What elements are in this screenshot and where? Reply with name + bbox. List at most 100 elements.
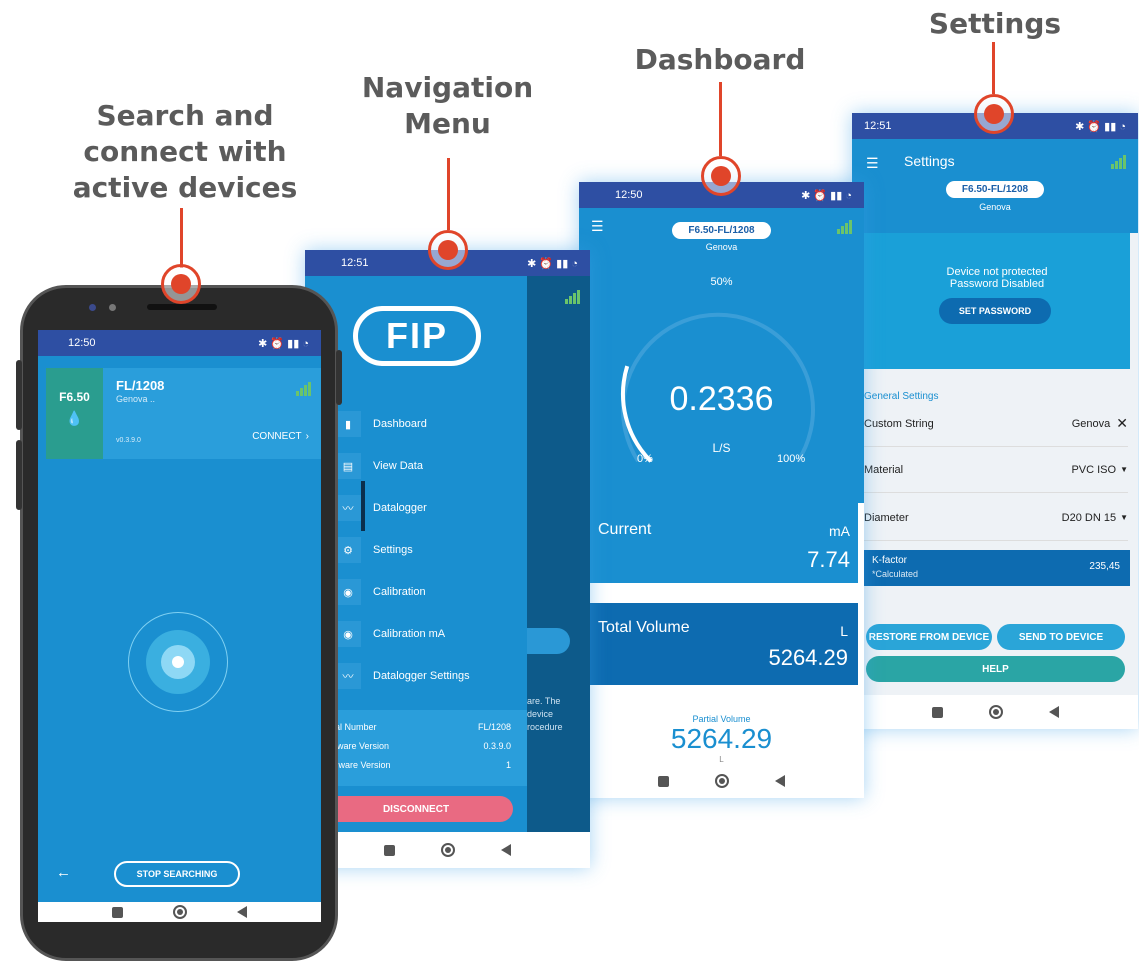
bg-text-1: are. The — [527, 696, 561, 706]
row-value: PVC ISO — [1071, 463, 1117, 476]
partial-unit: L — [719, 755, 724, 764]
pointer-dot-dashboard — [701, 156, 741, 196]
caption-dashboard: Dashboard — [634, 43, 806, 76]
gauge-min-label: 0% — [637, 453, 653, 465]
dropdown-icon[interactable]: ▼ — [1120, 465, 1128, 474]
device-card[interactable]: F6.50 💧 FL/1208 Genova .. v0.3.9.0 CONNE… — [46, 368, 321, 459]
kfactor-sub: *Calculated — [872, 569, 919, 579]
clear-icon[interactable]: ✕ — [1116, 415, 1128, 432]
current-unit: mA — [829, 523, 850, 539]
set-password-button[interactable]: SET PASSWORD — [939, 298, 1051, 324]
camera-dot — [89, 304, 96, 311]
device-location: Genova — [979, 202, 1011, 212]
water-drop-icon: 💧 — [65, 410, 84, 426]
gauge-unit: L/S — [712, 441, 731, 455]
row-value: D20 DN 15 — [1061, 511, 1117, 524]
menu-item-label: Settings — [373, 544, 413, 556]
status-time: 12:51 — [341, 257, 369, 269]
row-material[interactable]: Material PVC ISO ▼ — [864, 447, 1128, 493]
stop-searching-button[interactable]: STOP SEARCHING — [114, 861, 240, 887]
bg-text-2: device — [527, 709, 554, 719]
back-icon[interactable] — [1048, 706, 1059, 718]
device-location: Genova .. — [116, 394, 156, 404]
info-value: FL/1208 — [477, 722, 511, 732]
total-value: 5264.29 — [768, 645, 848, 670]
pointer-line-menu — [447, 158, 450, 230]
back-icon[interactable] — [237, 906, 247, 918]
menu-screen: 12:51 ✱ ⏰ ▮▮ ◔ are. The device rocedure F… — [305, 250, 590, 868]
dashboard-screen: 12:50 ✱ ⏰ ▮▮ ◔ ☰ F6.50-FL/1208 Genova 50%… — [579, 182, 864, 798]
row-value: Genova — [1071, 417, 1111, 430]
kfactor-value: 235,45 — [1089, 561, 1120, 572]
back-icon[interactable] — [501, 844, 511, 856]
protect-line1: Device not protected — [946, 266, 1048, 278]
help-button[interactable]: HELP — [866, 656, 1125, 682]
signal-icon — [1111, 155, 1126, 174]
menu-item-datalogger[interactable]: 〰 Datalogger — [335, 495, 427, 521]
recent-apps-icon[interactable] — [658, 775, 669, 787]
restore-button[interactable]: RESTORE FROM DEVICE — [866, 624, 992, 650]
side-button-3 — [336, 350, 342, 405]
menu-item-calibration[interactable]: ◉ Calibration — [335, 579, 426, 605]
device-model: F6.50 — [59, 390, 90, 404]
back-arrow-icon[interactable]: ← — [56, 864, 71, 881]
recent-apps-icon[interactable] — [384, 844, 395, 856]
status-icons: ✱ ⏰ ▮▮ ◔ — [1075, 120, 1126, 133]
send-button[interactable]: SEND TO DEVICE — [997, 624, 1125, 650]
status-time: 12:51 — [864, 120, 892, 132]
fip-logo: FIP — [353, 306, 481, 366]
gauge-max-label: 100% — [777, 453, 806, 465]
home-icon[interactable] — [441, 843, 455, 857]
nav-bar — [38, 902, 321, 922]
hamburger-icon[interactable]: ☰ — [866, 155, 879, 172]
menu-item-view-data[interactable]: ▤ View Data — [335, 453, 423, 479]
row-custom-string[interactable]: Custom String Genova ✕ — [864, 401, 1128, 447]
device-location: Genova — [705, 242, 738, 252]
status-icons: ✱ ⏰ ▮▮ ◔ — [258, 337, 309, 350]
menu-item-datalogger-settings[interactable]: 〰 Datalogger Settings — [335, 663, 470, 689]
row-diameter[interactable]: Diameter D20 DN 15 ▼ — [864, 495, 1128, 541]
settings-screen: 12:51 ✱ ⏰ ▮▮ ◔ ☰ Settings F6.50-FL/1208 G… — [852, 113, 1138, 729]
pointer-line-dashboard — [719, 82, 722, 156]
dropdown-icon[interactable]: ▼ — [1120, 513, 1128, 522]
disconnect-button[interactable]: DISCONNECT — [319, 796, 513, 822]
gear-icon: ⚙ — [335, 537, 361, 563]
logo-text: FIP — [385, 315, 448, 356]
row-label: Custom String — [864, 417, 934, 430]
menu-item-label: Dashboard — [373, 418, 427, 430]
device-info-panel: Serial Number FL/1208 Firmware Version 0… — [305, 710, 527, 786]
menu-item-settings[interactable]: ⚙ Settings — [335, 537, 413, 563]
bg-text-3: rocedure — [527, 722, 563, 732]
pointer-dot-settings — [974, 94, 1014, 134]
menu-item-calibration-ma[interactable]: ◉ Calibration mA — [335, 621, 445, 647]
caption-menu: Navigation Menu — [361, 71, 534, 140]
current-value: 7.74 — [807, 547, 850, 572]
home-icon[interactable] — [715, 774, 729, 788]
signal-icon — [296, 382, 311, 401]
back-icon[interactable] — [775, 775, 785, 787]
total-label: Total Volume — [598, 619, 690, 636]
device-tag: F6.50-FL/1208 — [945, 181, 1045, 198]
current-label: Current — [598, 521, 652, 538]
home-icon[interactable] — [988, 705, 1003, 719]
status-icons: ✱ ⏰ ▮▮ ◔ — [527, 257, 578, 270]
recent-apps-icon[interactable] — [931, 706, 943, 718]
calibration-ma-icon: ◉ — [335, 621, 361, 647]
side-button-2 — [16, 440, 22, 510]
menu-item-dashboard[interactable]: ▮ Dashboard — [335, 411, 427, 437]
connect-button[interactable]: CONNECT › — [252, 431, 309, 442]
page-title: Settings — [904, 153, 955, 169]
status-icons: ✱ ⏰ ▮▮ ◔ — [801, 189, 852, 202]
home-icon[interactable] — [173, 905, 187, 919]
chart-icon: ▮ — [335, 411, 361, 437]
chevron-right-icon: › — [305, 431, 309, 442]
row-label: Material — [864, 463, 904, 476]
info-value: 0.3.9.0 — [483, 741, 511, 751]
device-tag: F6.50-FL/1208 — [672, 222, 771, 239]
caption-settings: Settings — [928, 7, 1062, 40]
active-indicator — [361, 481, 365, 531]
scan-indicator — [128, 612, 228, 712]
recent-apps-icon[interactable] — [112, 906, 123, 918]
pointer-dot-search — [161, 264, 201, 304]
kfactor-row[interactable]: K-factor *Calculated 235,45 — [864, 550, 1130, 586]
